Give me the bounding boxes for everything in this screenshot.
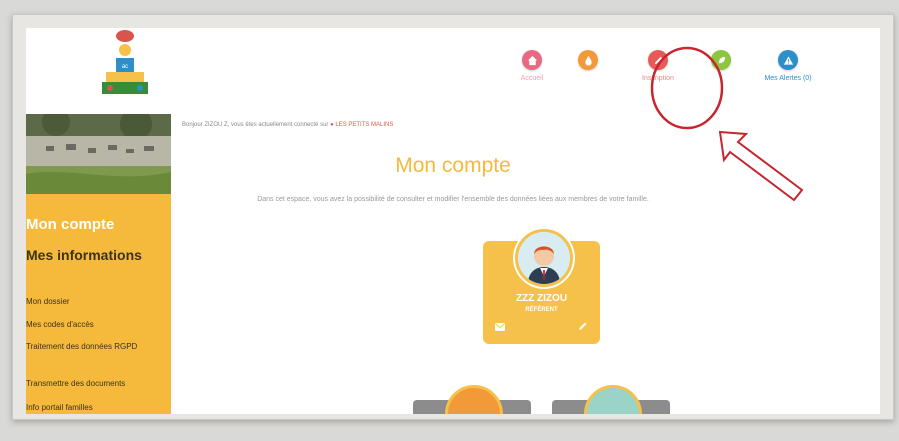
nav-item-alertes[interactable]: Mes Alertes (0) bbox=[748, 50, 828, 82]
sidebar-item-portail[interactable]: Info portail familles bbox=[26, 402, 166, 413]
avatar bbox=[584, 385, 642, 414]
svg-text:ac: ac bbox=[122, 64, 128, 70]
site-logo[interactable]: ac bbox=[98, 28, 152, 102]
warning-icon bbox=[778, 50, 798, 70]
mail-icon[interactable] bbox=[495, 323, 505, 331]
avatar bbox=[515, 229, 573, 287]
annotation-circle bbox=[650, 46, 724, 130]
nav-label: Accueil bbox=[520, 75, 544, 82]
drop-icon bbox=[578, 50, 598, 70]
sidebar-item-codes-acces[interactable]: Mes codes d'accès bbox=[26, 319, 166, 330]
nav-item-orange[interactable] bbox=[548, 50, 628, 75]
welcome-message: Bonjour ZIZOU Z, vous êtes actuellement … bbox=[182, 122, 393, 128]
sidebar-menu: Mon compte Mes informations Mon dossier … bbox=[26, 194, 171, 414]
welcome-text: Bonjour ZIZOU Z, vous êtes actuellement … bbox=[182, 122, 329, 128]
member-card-partial[interactable] bbox=[413, 385, 531, 414]
site-link[interactable]: ● LES PETITS MALINS bbox=[330, 122, 393, 128]
nav-label: Mes Alertes (0) bbox=[764, 75, 812, 82]
member-role-badge: RÉFÉRENT bbox=[525, 307, 558, 313]
sidebar-section-heading: Mes informations bbox=[26, 247, 142, 263]
sidebar-item-mon-dossier[interactable]: Mon dossier bbox=[26, 296, 166, 307]
edit-icon[interactable] bbox=[578, 321, 588, 331]
sidebar-item-documents[interactable]: Transmettre des documents bbox=[26, 378, 166, 389]
sidebar-title: Mon compte bbox=[26, 216, 115, 233]
browser-viewport: ac Accueil Inscription Mes Alertes (0) M… bbox=[26, 28, 880, 414]
home-icon bbox=[522, 50, 542, 70]
member-name: ZZZ ZIZOU bbox=[515, 293, 568, 304]
sidebar-item-rgpd[interactable]: Traitement des données RGPD bbox=[26, 341, 166, 352]
avatar bbox=[445, 385, 503, 414]
annotation-arrow bbox=[718, 130, 804, 202]
member-card[interactable]: ZZZ ZIZOU RÉFÉRENT bbox=[483, 229, 600, 344]
member-card-partial[interactable] bbox=[552, 385, 670, 414]
